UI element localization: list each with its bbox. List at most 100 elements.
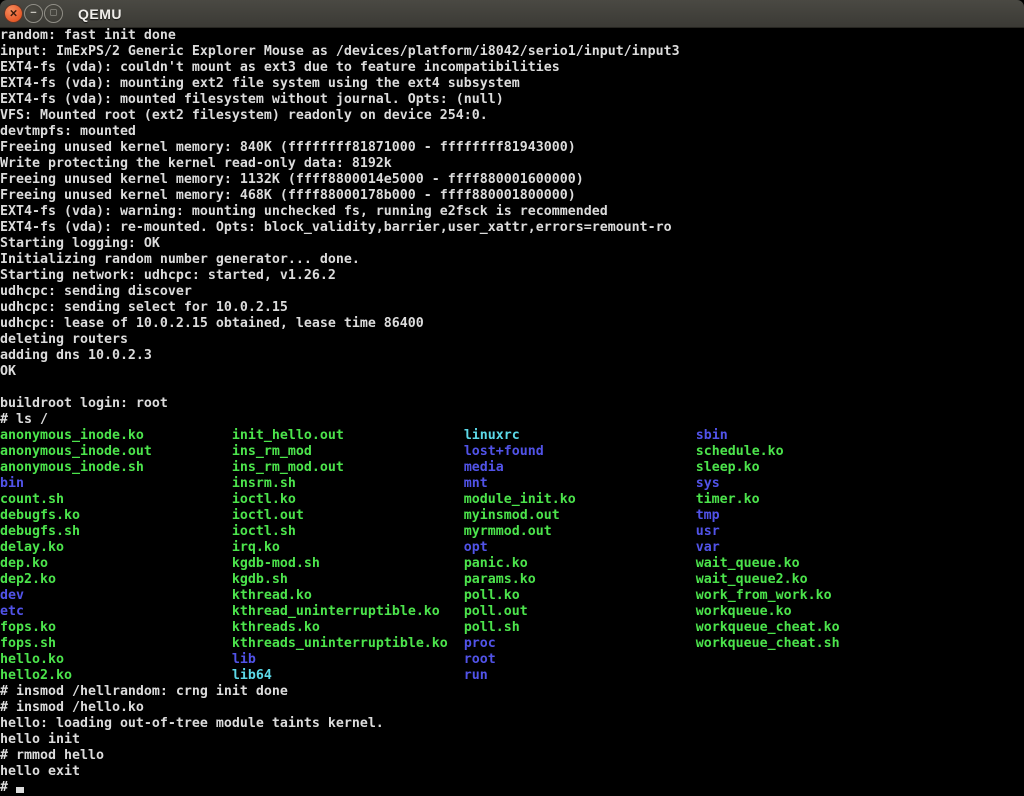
terminal-line: anonymous_inode.sh ins_rm_mod.out media … bbox=[0, 460, 1024, 476]
file-entry: media bbox=[464, 460, 504, 475]
file-entry: kthreads.ko bbox=[232, 620, 320, 635]
terminal-line: fops.sh kthreads_uninterruptible.ko proc… bbox=[0, 636, 1024, 652]
file-entry: kthread_uninterruptible.ko bbox=[232, 604, 440, 619]
terminal-line: Freeing unused kernel memory: 1132K (fff… bbox=[0, 172, 1024, 188]
file-entry: lost+found bbox=[464, 444, 544, 459]
file-entry: kgdb-mod.sh bbox=[232, 556, 320, 571]
file-entry: tmp bbox=[696, 508, 720, 523]
terminal-line: Initializing random number generator... … bbox=[0, 252, 1024, 268]
terminal-line: # insmod /hellrandom: crng init done bbox=[0, 684, 1024, 700]
minimize-button[interactable]: − bbox=[24, 4, 43, 23]
file-entry: run bbox=[464, 668, 488, 683]
file-entry: root bbox=[464, 652, 496, 667]
terminal-line: hello.ko lib root bbox=[0, 652, 1024, 668]
terminal-line: delay.ko irq.ko opt var bbox=[0, 540, 1024, 556]
file-entry: poll.sh bbox=[464, 620, 520, 635]
terminal-line: hello: loading out-of-tree module taints… bbox=[0, 716, 1024, 732]
file-entry: init_hello.out bbox=[232, 428, 344, 443]
maximize-button[interactable]: □ bbox=[44, 4, 63, 23]
terminal-line: dev kthread.ko poll.ko work_from_work.ko bbox=[0, 588, 1024, 604]
terminal-line: Starting logging: OK bbox=[0, 236, 1024, 252]
terminal-line: EXT4-fs (vda): warning: mounting uncheck… bbox=[0, 204, 1024, 220]
maximize-icon: □ bbox=[50, 8, 56, 18]
terminal-line: Write protecting the kernel read-only da… bbox=[0, 156, 1024, 172]
terminal-line: anonymous_inode.ko init_hello.out linuxr… bbox=[0, 428, 1024, 444]
terminal-line: etc kthread_uninterruptible.ko poll.out … bbox=[0, 604, 1024, 620]
window-title: QEMU bbox=[78, 6, 122, 22]
terminal-line: Freeing unused kernel memory: 840K (ffff… bbox=[0, 140, 1024, 156]
terminal-line: hello init bbox=[0, 732, 1024, 748]
terminal-line: EXT4-fs (vda): mounting ext2 file system… bbox=[0, 76, 1024, 92]
file-entry: poll.out bbox=[464, 604, 528, 619]
file-entry: debugfs.sh bbox=[0, 524, 80, 539]
terminal-line: VFS: Mounted root (ext2 filesystem) read… bbox=[0, 108, 1024, 124]
file-entry: lib64 bbox=[232, 668, 272, 683]
terminal-line: Freeing unused kernel memory: 468K (ffff… bbox=[0, 188, 1024, 204]
terminal-line: debugfs.ko ioctl.out myinsmod.out tmp bbox=[0, 508, 1024, 524]
terminal-line: udhcpc: sending discover bbox=[0, 284, 1024, 300]
terminal-line: devtmpfs: mounted bbox=[0, 124, 1024, 140]
terminal-line: # insmod /hello.ko bbox=[0, 700, 1024, 716]
file-entry: work_from_work.ko bbox=[696, 588, 832, 603]
file-entry: kthreads_uninterruptible.ko bbox=[232, 636, 448, 651]
terminal-line: random: fast init done bbox=[0, 28, 1024, 44]
terminal-line: # rmmod hello bbox=[0, 748, 1024, 764]
terminal-line: input: ImExPS/2 Generic Explorer Mouse a… bbox=[0, 44, 1024, 60]
close-button[interactable]: × bbox=[4, 4, 23, 23]
file-entry: sleep.ko bbox=[696, 460, 760, 475]
file-entry: anonymous_inode.sh bbox=[0, 460, 144, 475]
file-entry: anonymous_inode.out bbox=[0, 444, 152, 459]
file-entry: ioctl.out bbox=[232, 508, 304, 523]
file-entry: kthread.ko bbox=[232, 588, 312, 603]
file-entry: anonymous_inode.ko bbox=[0, 428, 144, 443]
terminal-line: bin insrm.sh mnt sys bbox=[0, 476, 1024, 492]
file-entry: etc bbox=[0, 604, 24, 619]
file-entry: timer.ko bbox=[696, 492, 760, 507]
file-entry: mnt bbox=[464, 476, 488, 491]
file-entry: dep2.ko bbox=[0, 572, 56, 587]
file-entry: insrm.sh bbox=[232, 476, 296, 491]
terminal-line: fops.ko kthreads.ko poll.sh workqueue_ch… bbox=[0, 620, 1024, 636]
file-entry: schedule.ko bbox=[696, 444, 784, 459]
file-entry: workqueue.ko bbox=[696, 604, 792, 619]
file-entry: workqueue_cheat.ko bbox=[696, 620, 840, 635]
file-entry: myinsmod.out bbox=[464, 508, 560, 523]
file-entry: ioctl.sh bbox=[232, 524, 296, 539]
file-entry: var bbox=[696, 540, 720, 555]
file-entry: dep.ko bbox=[0, 556, 48, 571]
terminal-line: dep.ko kgdb-mod.sh panic.ko wait_queue.k… bbox=[0, 556, 1024, 572]
terminal-line: debugfs.sh ioctl.sh myrmmod.out usr bbox=[0, 524, 1024, 540]
file-entry: wait_queue.ko bbox=[696, 556, 800, 571]
terminal-line: # bbox=[0, 780, 1024, 796]
file-entry: sbin bbox=[696, 428, 728, 443]
terminal-line: anonymous_inode.out ins_rm_mod lost+foun… bbox=[0, 444, 1024, 460]
file-entry: hello2.ko bbox=[0, 668, 72, 683]
terminal-line: EXT4-fs (vda): re-mounted. Opts: block_v… bbox=[0, 220, 1024, 236]
terminal-line: count.sh ioctl.ko module_init.ko timer.k… bbox=[0, 492, 1024, 508]
file-entry: wait_queue2.ko bbox=[696, 572, 808, 587]
file-entry: params.ko bbox=[464, 572, 536, 587]
file-entry: usr bbox=[696, 524, 720, 539]
terminal-line: hello2.ko lib64 run bbox=[0, 668, 1024, 684]
file-entry: myrmmod.out bbox=[464, 524, 552, 539]
terminal-line: udhcpc: sending select for 10.0.2.15 bbox=[0, 300, 1024, 316]
titlebar[interactable]: × − □ QEMU bbox=[0, 0, 1024, 28]
close-icon: × bbox=[10, 7, 18, 20]
terminal-screen[interactable]: random: fast init doneinput: ImExPS/2 Ge… bbox=[0, 28, 1024, 796]
terminal-line bbox=[0, 380, 1024, 396]
terminal-line: EXT4-fs (vda): couldn't mount as ext3 du… bbox=[0, 60, 1024, 76]
qemu-window: × − □ QEMU random: fast init doneinput: … bbox=[0, 0, 1024, 796]
file-entry: hello.ko bbox=[0, 652, 64, 667]
terminal-line: dep2.ko kgdb.sh params.ko wait_queue2.ko bbox=[0, 572, 1024, 588]
terminal-cursor bbox=[16, 787, 24, 793]
terminal-line: buildroot login: root bbox=[0, 396, 1024, 412]
file-entry: debugfs.ko bbox=[0, 508, 80, 523]
terminal-line: hello exit bbox=[0, 764, 1024, 780]
file-entry: bin bbox=[0, 476, 24, 491]
file-entry: kgdb.sh bbox=[232, 572, 288, 587]
file-entry: ioctl.ko bbox=[232, 492, 296, 507]
file-entry: delay.ko bbox=[0, 540, 64, 555]
file-entry: poll.ko bbox=[464, 588, 520, 603]
file-entry: fops.ko bbox=[0, 620, 56, 635]
terminal-line: adding dns 10.0.2.3 bbox=[0, 348, 1024, 364]
